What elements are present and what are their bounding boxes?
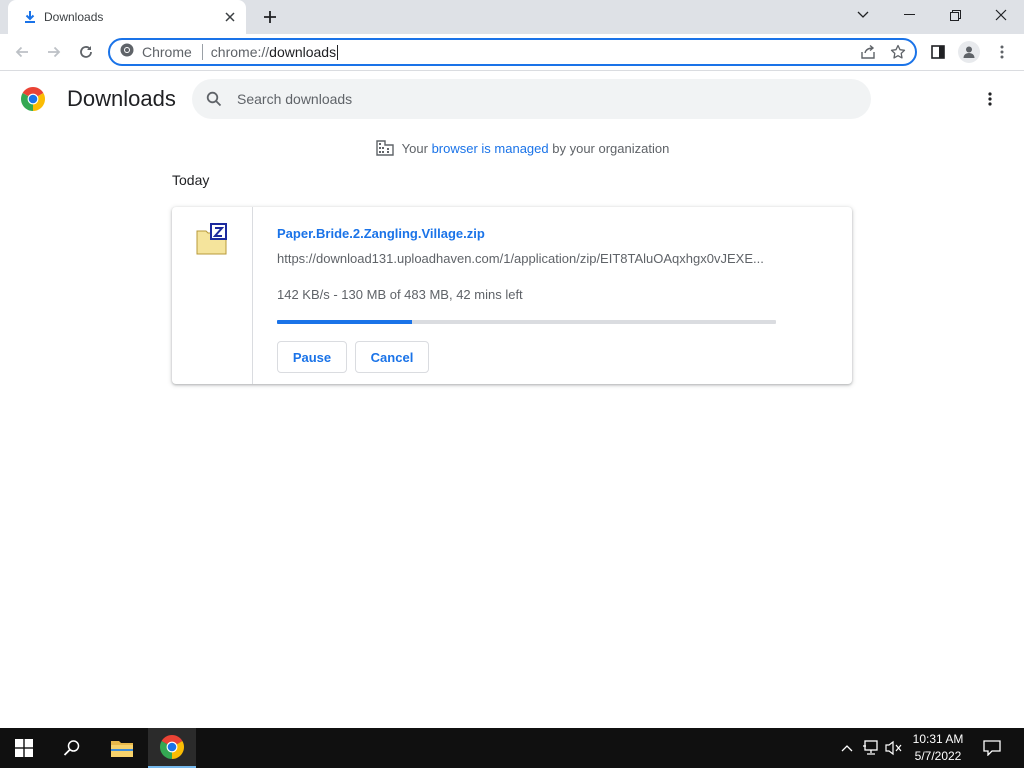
side-panel-button[interactable] <box>924 38 952 66</box>
network-icon[interactable] <box>860 728 882 768</box>
windows-taskbar: 10:31 AM 5/7/2022 <box>0 728 1024 768</box>
chrome-icon <box>120 43 134 62</box>
cancel-button[interactable]: Cancel <box>355 341 429 373</box>
clock-date: 5/7/2022 <box>914 749 962 763</box>
minimize-button[interactable] <box>886 0 932 30</box>
pause-button[interactable]: Pause <box>277 341 347 373</box>
new-tab-button[interactable] <box>258 6 282 28</box>
site-chip-label: Chrome <box>142 44 192 60</box>
download-icon <box>22 9 38 25</box>
site-chip[interactable]: Chrome <box>110 40 192 64</box>
share-icon[interactable] <box>855 40 881 64</box>
managed-suffix: by your organization <box>552 140 670 156</box>
url-path: downloads <box>269 44 337 60</box>
chrome-taskbar-icon[interactable] <box>148 728 196 768</box>
download-progress-fill <box>277 320 412 324</box>
building-icon <box>375 138 395 158</box>
search-input[interactable] <box>237 91 837 107</box>
url-scheme: chrome:// <box>210 44 270 60</box>
address-bar[interactable]: Chrome chrome://downloads <box>108 38 917 66</box>
more-actions-button[interactable] <box>977 86 1003 112</box>
chip-divider <box>201 44 203 60</box>
file-explorer-icon[interactable] <box>98 728 146 768</box>
close-tab-icon[interactable] <box>220 7 240 27</box>
taskbar-search-button[interactable] <box>48 728 96 768</box>
chrome-logo-icon <box>21 87 45 111</box>
download-item: Paper.Bride.2.Zangling.Village.zip https… <box>172 207 852 384</box>
show-hidden-icons-chevron-icon[interactable] <box>837 728 857 768</box>
zip-file-icon <box>194 222 230 258</box>
clock-time: 10:31 AM <box>912 732 964 746</box>
avatar <box>958 41 980 63</box>
managed-notice: Your browser is managed by your organiza… <box>0 138 1024 158</box>
notifications-icon[interactable] <box>978 728 1006 768</box>
file-name-link[interactable]: Paper.Bride.2.Zangling.Village.zip <box>277 226 485 241</box>
profile-button[interactable] <box>955 38 983 66</box>
start-button[interactable] <box>0 728 48 768</box>
managed-prefix: Your <box>401 140 428 156</box>
tab-downloads[interactable]: Downloads <box>8 0 246 34</box>
restore-button[interactable] <box>932 0 978 30</box>
url-text[interactable]: chrome://downloads <box>211 44 855 60</box>
managed-link[interactable]: browser is managed <box>432 141 549 156</box>
search-icon <box>204 89 224 109</box>
close-window-button[interactable] <box>978 0 1024 30</box>
tab-title: Downloads <box>44 10 104 24</box>
system-clock[interactable]: 10:31 AM 5/7/2022 <box>906 731 970 765</box>
reload-button[interactable] <box>72 38 100 66</box>
date-group-label: Today <box>172 172 210 188</box>
tab-strip: Downloads <box>0 0 1024 34</box>
bookmark-star-icon[interactable] <box>885 40 911 64</box>
download-progress-bar <box>277 320 776 324</box>
chrome-menu-button[interactable] <box>988 38 1016 66</box>
download-status: 142 KB/s - 130 MB of 483 MB, 42 mins lef… <box>277 287 523 302</box>
search-downloads-box[interactable] <box>192 79 871 119</box>
back-button[interactable] <box>8 38 36 66</box>
source-url[interactable]: https://download131.uploadhaven.com/1/ap… <box>277 251 777 266</box>
download-icon-column <box>172 207 253 384</box>
forward-button[interactable] <box>40 38 68 66</box>
text-caret <box>337 44 339 60</box>
tab-search-button[interactable] <box>840 0 886 30</box>
browser-toolbar: Chrome chrome://downloads <box>0 34 1024 71</box>
volume-muted-icon[interactable] <box>883 728 905 768</box>
page-title: Downloads <box>67 86 176 111</box>
